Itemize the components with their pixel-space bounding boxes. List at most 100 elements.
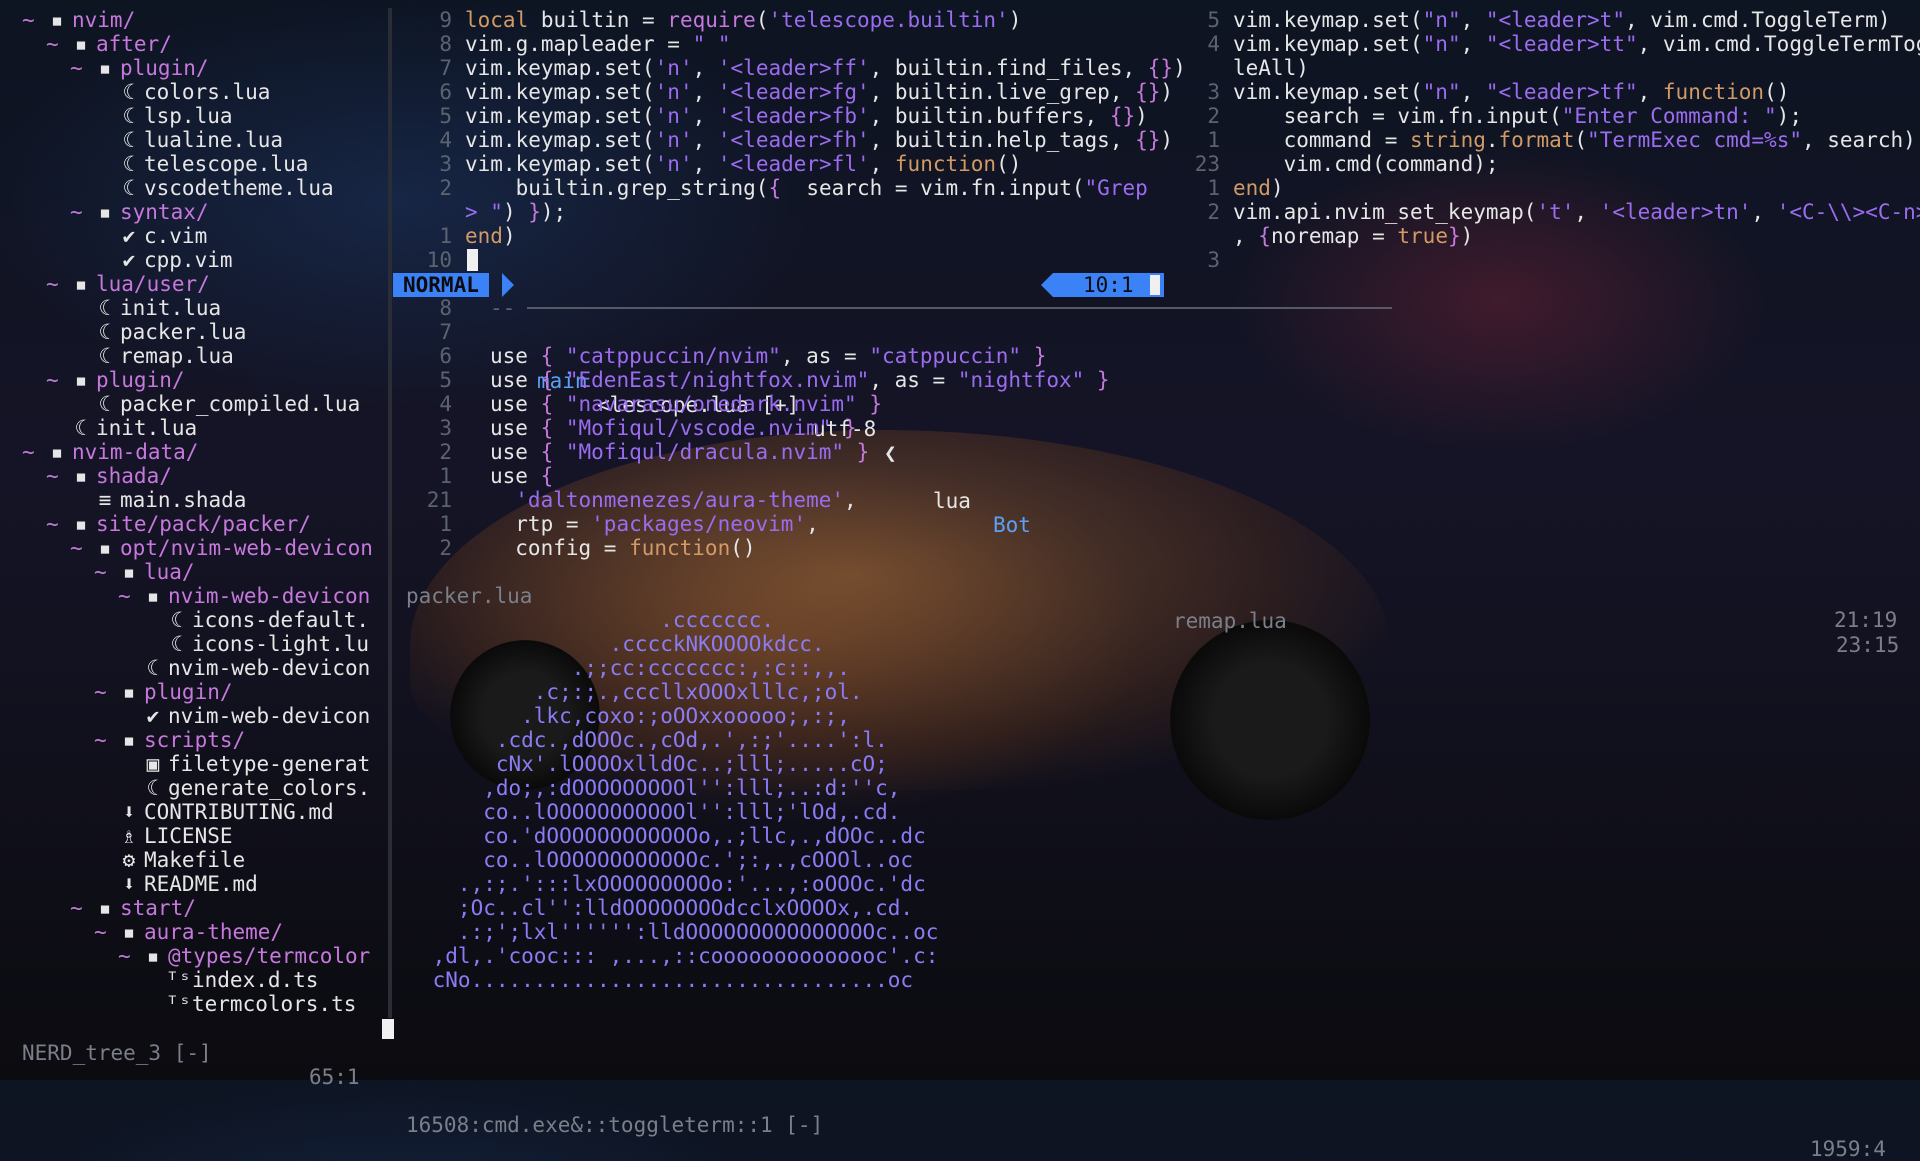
tree-row[interactable]: ≡ main.shada (70, 488, 247, 512)
tree-row[interactable]: ☾ remap.lua (70, 344, 234, 368)
fold-marker[interactable]: ~ (70, 56, 94, 80)
tree-row[interactable]: ~ ▪ scripts/ (94, 728, 245, 752)
tree-row[interactable]: ⬇ CONTRIBUTING.md (94, 800, 334, 824)
tree-row[interactable]: ⚙ Makefile (94, 848, 245, 872)
code-token: '<C-\\><C-n>' (1776, 200, 1920, 224)
code-token: 'n' (654, 152, 693, 176)
tree-row[interactable]: ⬇ README.md (94, 872, 258, 896)
line-number: 1 (439, 512, 452, 536)
tree-row[interactable]: ✔ nvim-web-devicon (118, 704, 371, 728)
fold-marker[interactable]: ~ (70, 896, 94, 920)
fold-marker[interactable]: ~ (94, 680, 118, 704)
code-token: config = (490, 536, 630, 560)
code-text: end) (1233, 176, 1284, 200)
tree-row[interactable]: ☾ packer.lua (70, 320, 247, 344)
tree-row[interactable]: ☾ generate_colors. (118, 776, 371, 800)
code-text: vim.keymap.set('n', '<leader>ff', builti… (465, 56, 1186, 80)
tree-row[interactable]: ☾ lsp.lua (94, 104, 233, 128)
code-token: , builtin.buffers, (869, 104, 1110, 128)
tree-row[interactable]: ☾ lualine.lua (94, 128, 283, 152)
lua-file-icon: ☾ (170, 608, 184, 632)
tree-row[interactable]: ☾ nvim-web-devicon (118, 656, 371, 680)
horizontal-split-divider[interactable] (527, 307, 1392, 309)
code-token: , (806, 512, 819, 536)
code-token: 't' (1536, 200, 1575, 224)
fold-marker[interactable]: ~ (94, 560, 118, 584)
tree-row[interactable]: ~ ▪ lua/ (94, 560, 195, 584)
packer-lua-editor[interactable]: 8 -- 7 6 use { "catppuccin/nvim", as = "catp… (400, 296, 1900, 564)
fold-marker[interactable]: ~ (22, 440, 46, 464)
tree-row[interactable]: ~ ▪ start/ (70, 896, 196, 920)
fold-marker[interactable]: ~ (70, 200, 94, 224)
fold-marker[interactable]: ~ (22, 8, 46, 32)
code-text: builtin.grep_string({ search = vim.fn.in… (465, 176, 1148, 200)
tree-row[interactable]: ~ ▪ plugin/ (70, 56, 209, 80)
tree-row[interactable]: ~ ▪ shada/ (46, 464, 172, 488)
lua-file-icon: ☾ (122, 128, 136, 152)
code-token: vim.keymap.set( (1233, 32, 1423, 56)
fold-marker[interactable]: ~ (46, 464, 70, 488)
fold-marker[interactable]: ~ (94, 728, 118, 752)
fold-marker[interactable]: ~ (46, 368, 70, 392)
tree-row[interactable]: ~ ▪ nvim-data/ (22, 440, 198, 464)
tree-row[interactable]: ▣ filetype-generat (118, 752, 371, 776)
code-token: '<leader>ff' (717, 56, 870, 80)
code-token: , as = (780, 344, 870, 368)
tree-row[interactable]: ~ ▪ syntax/ (70, 200, 209, 224)
tree-row[interactable]: ᵀˢtermcolors.ts (142, 992, 356, 1016)
tree-row[interactable]: ~ ▪ opt/nvim-web-devicon (70, 536, 373, 560)
tree-row[interactable]: ᵀˢindex.d.ts (142, 968, 318, 992)
tree-row[interactable]: ~ ▪ @types/termcolor (118, 944, 370, 968)
code-line: 10 (400, 248, 465, 272)
code-token: vim.keymap.set( (465, 152, 655, 176)
code-token: ) (1460, 224, 1474, 248)
tree-row[interactable]: ☾ telescope.lua (94, 152, 309, 176)
code-token: , (1460, 80, 1486, 104)
code-token: " " (692, 32, 731, 56)
code-line: 1 end) (1180, 176, 1284, 200)
nerdtree-statusline-position: 65:1 (309, 1065, 360, 1089)
tree-row[interactable]: ~ ▪ nvim-web-devicon (118, 584, 370, 608)
telescope-lua-editor[interactable]: 9 local builtin = require('telescope.buil… (400, 8, 1186, 272)
tree-row[interactable]: ☾ icons-light.lu (142, 632, 369, 656)
tree-row[interactable]: ☾ icons-default. (142, 608, 369, 632)
tree-row[interactable]: ☾ packer_compiled.lua (70, 392, 361, 416)
tree-row[interactable]: ~ ▪ nvim/ (22, 8, 135, 32)
terminal-ascii-art: .ccccccc. .cccckNKOOOOkdcc. .;;cc:cccccc… (420, 608, 940, 1000)
vertical-split-divider[interactable] (388, 8, 392, 1018)
nerdtree-pane[interactable]: ~ ▪ nvim/~ ▪ after/~ ▪ plugin/☾ colors.lua ☾ lsp.… (0, 8, 388, 1018)
tree-row[interactable]: ~ ▪ aura-theme/ (94, 920, 283, 944)
tree-row[interactable]: ☾ vscodetheme.lua (94, 176, 334, 200)
tree-row[interactable]: ☾ init.lua (70, 296, 221, 320)
fold-marker[interactable]: ~ (46, 32, 70, 56)
code-token: , (1460, 32, 1486, 56)
ascii-art-line: .;;cc:ccccccc:,:c::,,. (420, 656, 850, 680)
line-number: 2 (439, 536, 452, 560)
fold-marker[interactable]: ~ (70, 536, 94, 560)
tree-row[interactable]: ✔ cpp.vim (94, 248, 233, 272)
tree-row[interactable]: ✔ c.vim (94, 224, 208, 248)
tree-row[interactable]: ~ ▪ site/pack/packer/ (46, 512, 311, 536)
code-line: 2 use { "Mofiqul/dracula.nvim" } (400, 440, 869, 464)
code-text: vim.keymap.set('n', '<leader>fb', builti… (465, 104, 1148, 128)
code-line: 7 (400, 320, 490, 344)
remap-lua-editor[interactable]: 5 vim.keymap.set("n", "<leader>t", vim.cm… (1180, 8, 1920, 272)
tree-item-label: start/ (120, 896, 196, 920)
fold-marker[interactable]: ~ (118, 944, 142, 968)
fold-marker[interactable]: ~ (118, 584, 142, 608)
fold-marker[interactable]: ~ (46, 272, 70, 296)
tree-row[interactable]: ♗ LICENSE (94, 824, 233, 848)
tree-row[interactable]: ~ ▪ plugin/ (94, 680, 233, 704)
fold-marker[interactable]: ~ (94, 920, 118, 944)
code-token: use (490, 416, 541, 440)
tree-row[interactable]: ☾ colors.lua (94, 80, 271, 104)
line-number: 23 (1194, 152, 1220, 176)
tree-row[interactable]: ~ ▪ lua/user/ (46, 272, 210, 296)
code-token: { (540, 440, 566, 464)
ascii-art-line: cNx'.lOOOOxlldOc..;lll;.....cO; (420, 752, 888, 776)
lua-file-icon: ☾ (122, 152, 136, 176)
tree-row[interactable]: ☾ init.lua (46, 416, 197, 440)
tree-row[interactable]: ~ ▪ after/ (46, 32, 172, 56)
tree-row[interactable]: ~ ▪ plugin/ (46, 368, 185, 392)
fold-marker[interactable]: ~ (46, 512, 70, 536)
